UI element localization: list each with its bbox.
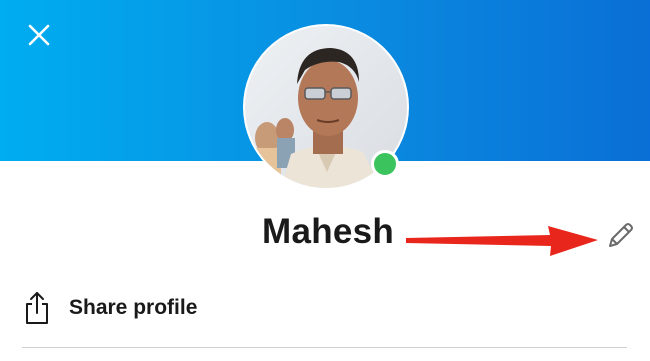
online-status-indicator: [371, 150, 399, 178]
annotation-arrow: [406, 226, 598, 256]
share-profile-label: Share profile: [69, 296, 198, 319]
share-profile-button[interactable]: Share profile: [22, 287, 197, 329]
divider: [22, 347, 627, 348]
share-icon: [22, 290, 52, 326]
pencil-icon: [609, 223, 633, 247]
close-button[interactable]: [24, 20, 54, 50]
profile-screen: Mahesh Share profile: [0, 0, 650, 361]
edit-name-button[interactable]: [602, 218, 638, 254]
close-icon: [28, 24, 50, 46]
profile-display-name: Mahesh: [262, 212, 395, 251]
